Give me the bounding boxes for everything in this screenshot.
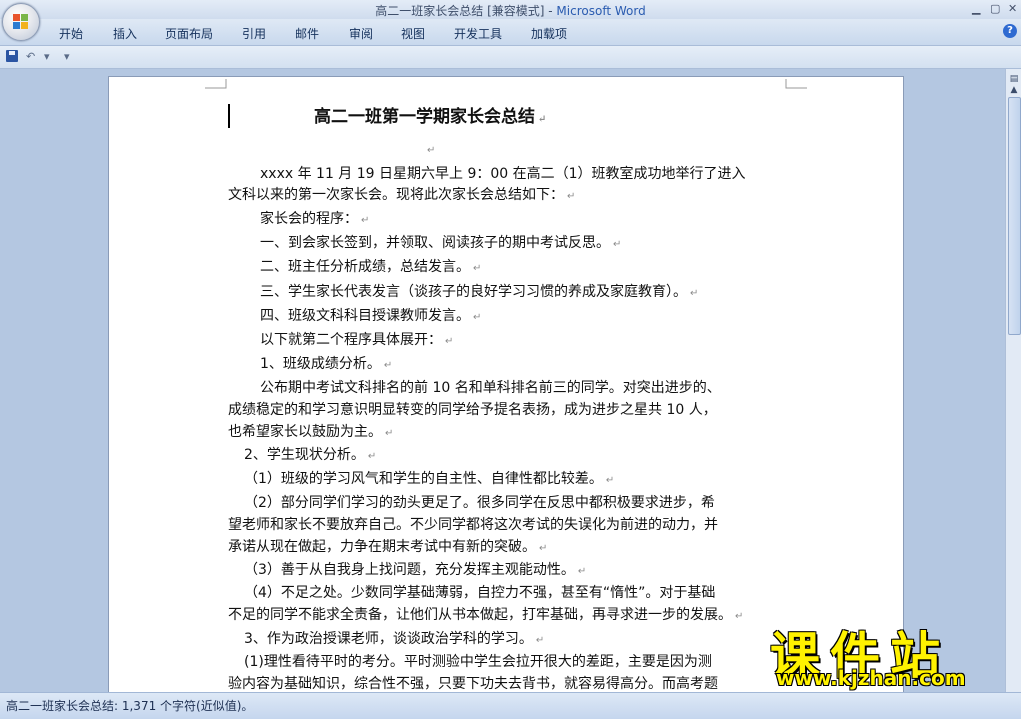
paragraph-line: 一、到会家长签到，并领取、阅读孩子的期中考试反思。 ↵ bbox=[260, 235, 622, 251]
quick-access-toolbar: ↶ ▾ ▾ bbox=[0, 46, 1021, 69]
paragraph-line: 文科以来的第一次家长会。现将此次家长会总结如下： ↵ bbox=[228, 187, 576, 203]
tab-insert[interactable]: 插入 bbox=[113, 25, 137, 42]
paragraph-line: 也希望家长以鼓励为主。 ↵ bbox=[228, 424, 394, 440]
paragraph-line: (1)理性看待平时的考分。平时测验中学生会拉开很大的差距，主要是因为测 bbox=[244, 654, 712, 670]
watermark-url: www.kjzhan.com bbox=[776, 666, 966, 690]
status-bar: 高二一班家长会总结: 1,371 个字符(近似值)。 bbox=[0, 692, 1021, 719]
undo-icon[interactable]: ↶ bbox=[26, 50, 35, 63]
paragraph-line: （3）善于从自我身上找问题，充分发挥主观能动性。 ↵ bbox=[244, 562, 587, 578]
text-cursor bbox=[228, 104, 230, 128]
tab-references[interactable]: 引用 bbox=[242, 25, 266, 42]
paragraph-line: 成绩稳定的和学习意识明显转变的同学给予提名表扬，成为进步之星共 10 人， bbox=[228, 402, 717, 418]
office-logo-icon bbox=[13, 14, 29, 30]
paragraph-line: 以下就第二个程序具体展开： ↵ bbox=[260, 332, 454, 348]
paragraph-line: （4）不足之处。少数同学基础薄弱，自控力不强，甚至有“惰性”。对于基础 bbox=[244, 585, 716, 601]
paragraph-line: 三、学生家长代表发言（谈孩子的良好学习习惯的养成及家庭教育）。 ↵ bbox=[260, 284, 699, 300]
document-title: 高二一班家长会总结 [兼容模式] - bbox=[375, 4, 557, 18]
office-button[interactable] bbox=[2, 3, 40, 41]
save-icon[interactable] bbox=[6, 50, 18, 62]
scroll-up-icon[interactable]: ▲ bbox=[1007, 83, 1021, 97]
help-icon[interactable]: ? bbox=[1003, 24, 1017, 38]
minimize-button[interactable]: ▁ bbox=[972, 2, 980, 15]
paragraph-line: 公布期中考试文科排名的前 10 名和单科排名前三的同学。对突出进步的、 bbox=[260, 380, 721, 396]
paragraph-line: 1、班级成绩分析。 ↵ bbox=[260, 356, 393, 372]
tab-home[interactable]: 开始 bbox=[59, 25, 83, 42]
document-heading: 高二一班第一学期家长会总结 ↵ bbox=[314, 107, 547, 127]
paragraph-line: 承诺从现在做起，力争在期末考试中有新的突破。 ↵ bbox=[228, 539, 548, 555]
paragraph-line: 验内容为基础知识，综合性不强，只要下功夫去背书，就容易得高分。而高考题 bbox=[228, 676, 718, 692]
title-bar: 高二一班家长会总结 [兼容模式] - Microsoft Word ▁ ▢ ✕ bbox=[0, 0, 1021, 19]
window-title: 高二一班家长会总结 [兼容模式] - Microsoft Word bbox=[0, 2, 1021, 19]
ribbon-tabs: 开始 插入 页面布局 引用 邮件 审阅 视图 开发工具 加载项 ? bbox=[0, 19, 1021, 46]
empty-paragraph: ↵ bbox=[427, 145, 436, 156]
tab-page-layout[interactable]: 页面布局 bbox=[165, 25, 213, 42]
app-name: Microsoft Word bbox=[556, 4, 646, 18]
customize-toolbar-icon[interactable]: ▾ bbox=[64, 50, 70, 63]
scroll-thumb[interactable] bbox=[1008, 97, 1021, 335]
tab-mailings[interactable]: 邮件 bbox=[295, 25, 319, 42]
margin-mark-left bbox=[205, 79, 227, 89]
paragraph-line: （1）班级的学习风气和学生的自主性、自律性都比较差。 ↵ bbox=[244, 471, 615, 487]
tab-view[interactable]: 视图 bbox=[401, 25, 425, 42]
maximize-button[interactable]: ▢ bbox=[990, 2, 1000, 15]
tab-review[interactable]: 审阅 bbox=[349, 25, 373, 42]
undo-dropdown-icon[interactable]: ▾ bbox=[44, 50, 50, 63]
margin-mark-right bbox=[785, 79, 807, 89]
document-workspace: 高二一班第一学期家长会总结 ↵ ↵ xxxx 年 11 月 19 日星期六早上 9… bbox=[0, 69, 1005, 717]
paragraph-line: （2）部分同学们学习的劲头更足了。很多同学在反思中都积极要求进步，希 bbox=[244, 495, 715, 511]
paragraph-line: xxxx 年 11 月 19 日星期六早上 9：00 在高二（1）班教室成功地举… bbox=[260, 166, 746, 182]
word-count-status[interactable]: 高二一班家长会总结: 1,371 个字符(近似值)。 bbox=[6, 697, 253, 714]
paragraph-line: 不足的同学不能求全责备，让他们从书本做起，打牢基础，再寻求进一步的发展。 ↵ bbox=[228, 607, 744, 623]
watermark: 课件站 www.kjzhan.com bbox=[770, 616, 1010, 692]
paragraph-line: 2、学生现状分析。 ↵ bbox=[244, 447, 377, 463]
paragraph-line: 四、班级文科科目授课教师发言。 ↵ bbox=[260, 308, 482, 324]
tab-addins[interactable]: 加载项 bbox=[531, 25, 567, 42]
close-button[interactable]: ✕ bbox=[1008, 2, 1017, 15]
paragraph-line: 3、作为政治授课老师，谈谈政治学科的学习。 ↵ bbox=[244, 631, 545, 647]
tab-developer[interactable]: 开发工具 bbox=[454, 25, 502, 42]
paragraph-line: 望老师和家长不要放弃自己。不少同学都将这次考试的失误化为前进的动力，并 bbox=[228, 517, 718, 533]
paragraph-line: 二、班主任分析成绩，总结发言。 ↵ bbox=[260, 259, 482, 275]
vertical-scrollbar[interactable]: ▤ ▲ bbox=[1005, 69, 1021, 692]
paragraph-line: 家长会的程序： ↵ bbox=[260, 211, 370, 227]
